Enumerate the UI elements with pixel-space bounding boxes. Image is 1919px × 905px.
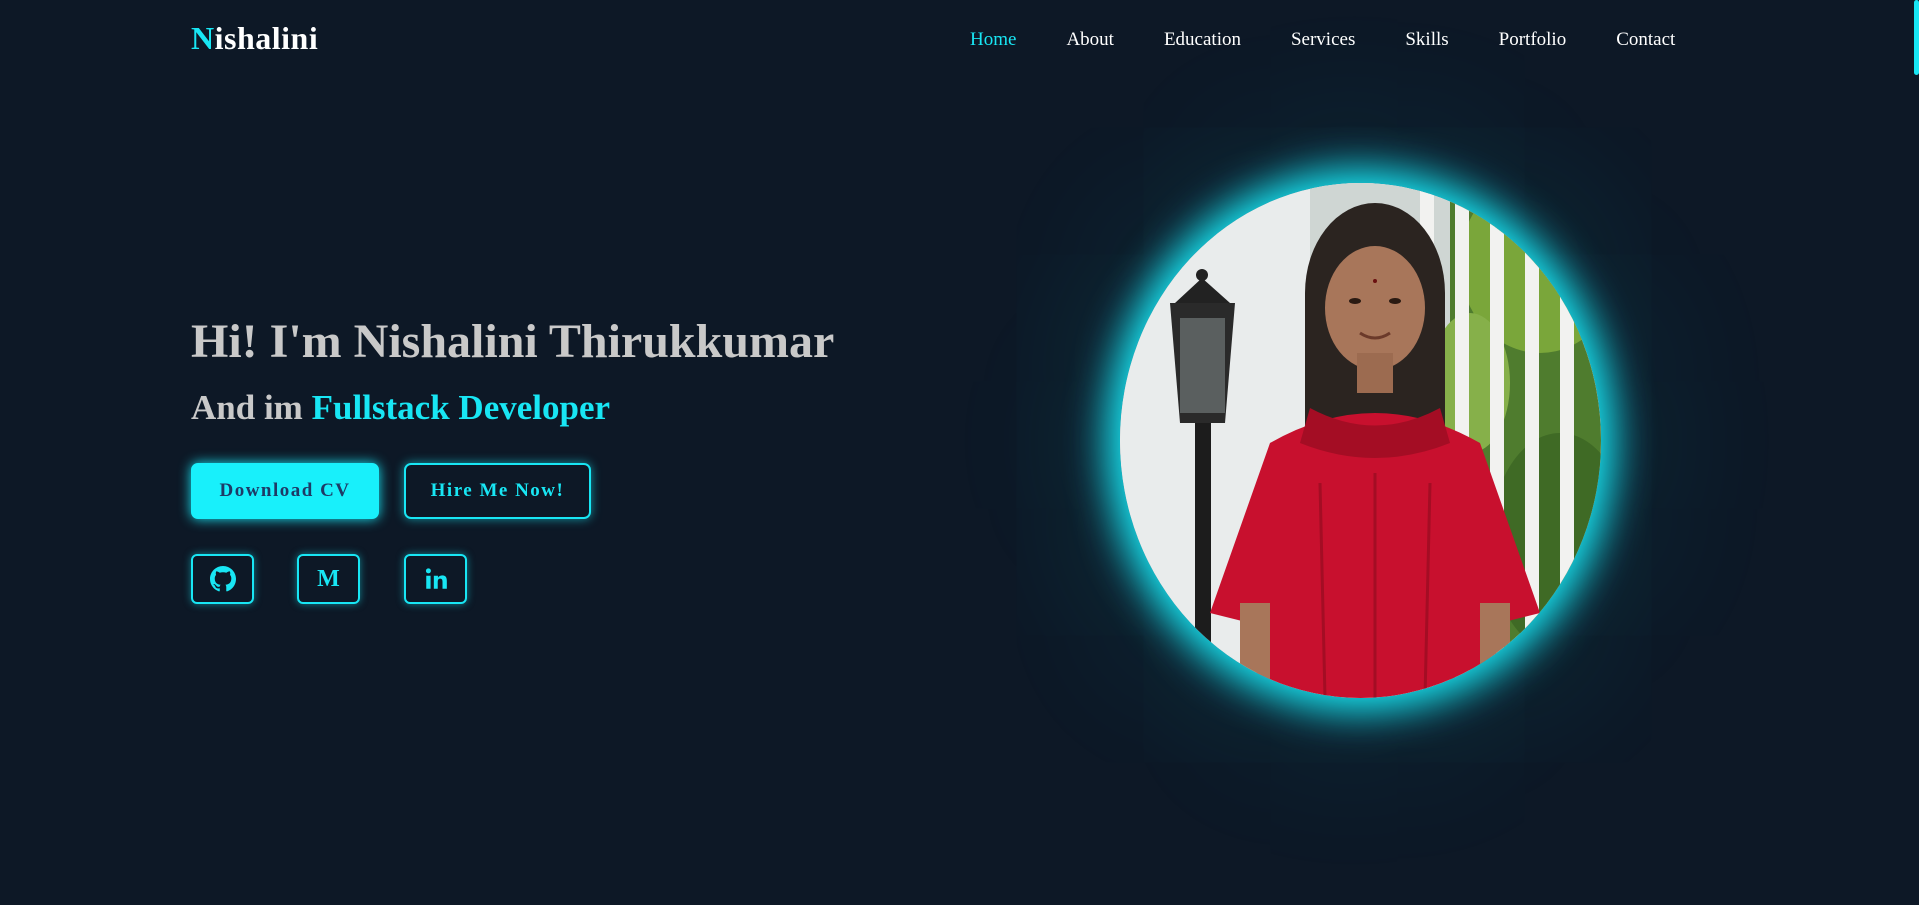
medium-link[interactable]: M (297, 554, 360, 604)
scrollbar-thumb[interactable] (1914, 0, 1919, 75)
github-link[interactable] (191, 554, 254, 604)
medium-icon: M (317, 565, 340, 592)
hero-subtitle: And im Fullstack Developer (191, 388, 610, 428)
nav-portfolio[interactable]: Portfolio (1499, 29, 1567, 51)
nav-contact[interactable]: Contact (1616, 29, 1675, 51)
scrollbar[interactable] (1914, 0, 1919, 905)
nav-education[interactable]: Education (1164, 29, 1241, 51)
page: Nishalini Home About Education Services … (0, 0, 1919, 905)
logo-initial: N (191, 20, 215, 56)
hero-role: Fullstack Developer (311, 388, 611, 427)
github-icon (209, 566, 236, 592)
logo[interactable]: Nishalini (191, 20, 318, 57)
site-header: Nishalini Home About Education Services … (0, 0, 1919, 84)
main-nav: Home About Education Services Skills Por… (970, 29, 1675, 51)
logo-rest: ishalini (214, 20, 319, 56)
hero-title: Hi! I'm Nishalini Thirukkumar (191, 315, 835, 368)
hero-subtitle-prefix: And im (191, 388, 312, 427)
linkedin-link[interactable] (404, 554, 467, 604)
nav-about[interactable]: About (1066, 29, 1114, 51)
linkedin-icon (425, 568, 447, 589)
nav-home[interactable]: Home (970, 29, 1016, 51)
nav-skills[interactable]: Skills (1405, 29, 1448, 51)
profile-photo (1120, 183, 1601, 698)
hire-me-button[interactable]: Hire Me Now! (404, 463, 591, 519)
profile-photo-illustration (1120, 183, 1601, 698)
nav-services[interactable]: Services (1291, 29, 1355, 51)
download-cv-button[interactable]: Download CV (191, 463, 379, 519)
